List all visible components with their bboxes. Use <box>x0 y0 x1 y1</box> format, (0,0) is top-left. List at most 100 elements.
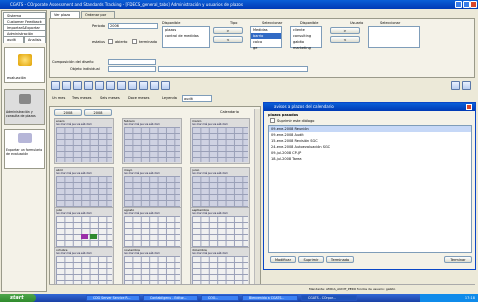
admin-plazos-button[interactable]: Administración y consulta de plazos <box>4 89 45 125</box>
start-button[interactable]: start <box>0 294 36 302</box>
suprimir-checkbox[interactable] <box>270 118 275 123</box>
calendar-nav-label: Calendario <box>220 110 239 114</box>
minimize-button[interactable] <box>455 1 462 8</box>
new-icon[interactable] <box>62 81 71 90</box>
objeto-select[interactable] <box>108 66 156 72</box>
export-button[interactable]: Exportar un formulario de evaluación <box>4 129 45 169</box>
tab-ordenar-por[interactable]: Ordenar por <box>81 11 115 18</box>
maximize-button[interactable] <box>463 1 470 8</box>
settings-icon[interactable] <box>462 81 471 90</box>
remove-button[interactable]: < <box>213 36 243 43</box>
estatus-label: estatus <box>92 40 105 44</box>
copy-icon[interactable] <box>73 81 82 90</box>
edit-icon[interactable] <box>84 81 93 90</box>
task-item[interactable]: CGATS - COrpor... <box>301 295 357 301</box>
add-user-button[interactable]: > <box>330 27 360 34</box>
admin-label: Administración y consulta de plazos <box>6 110 36 118</box>
tab-ver-plazo[interactable]: Ver plazo <box>50 11 80 18</box>
seis-meses-option[interactable]: Seis meses <box>100 96 120 100</box>
month-noviembre: noviembre lun mar mié jue vie sáb dom <box>122 247 182 289</box>
export-toolbar-icon[interactable] <box>161 81 170 90</box>
modificar-button[interactable]: Modificar <box>270 256 296 263</box>
filter-panel: Periodo 2006 Disponible plazos control d… <box>49 18 475 78</box>
print2-icon[interactable] <box>451 81 460 90</box>
export-label: Exportar un formulario de evaluación <box>6 148 43 156</box>
abierto-checkbox[interactable] <box>108 39 113 44</box>
tipo-list[interactable]: Medidas barrio calco ge <box>250 26 282 51</box>
view-icon[interactable] <box>51 81 60 90</box>
dialog-close-button[interactable] <box>466 104 472 110</box>
day-grid[interactable] <box>192 127 248 162</box>
day-grid[interactable] <box>192 216 248 251</box>
leyenda-select[interactable]: audit <box>182 95 212 102</box>
plazos-list[interactable]: 09-ene-2008 Reunión 09-ene-2008 Audit 15… <box>268 125 472 253</box>
day-grid[interactable] <box>56 256 112 287</box>
print-icon[interactable] <box>150 81 159 90</box>
tres-meses-option[interactable]: Tres meses <box>72 96 91 100</box>
add-button[interactable]: > <box>213 27 243 34</box>
objeto-text[interactable] <box>158 66 308 72</box>
year-prev-button[interactable]: 2008 <box>54 109 82 116</box>
event-marker[interactable] <box>90 234 97 239</box>
task-item[interactable]: Bienvenido a CGATS... <box>242 295 298 301</box>
suprimir-button[interactable]: Suprimir <box>298 256 324 263</box>
task-item[interactable]: COO... <box>201 295 239 301</box>
terminado-label: terminado <box>139 40 158 44</box>
month-febrero: febrero lun mar mié jue vie sáb dom <box>122 118 182 164</box>
objeto-label: Objeto individual <box>70 67 100 71</box>
filter-icon[interactable] <box>139 81 148 90</box>
year-next-button[interactable]: 2008 <box>84 109 112 116</box>
status-text: Mandante: AMICA_AUDIT_PERO fondos de usu… <box>309 287 396 291</box>
terminado-button[interactable]: Terminado <box>326 256 354 263</box>
evaluacion-button[interactable]: evaluación <box>4 47 45 83</box>
month-octubre: octubre lun mar mié jue vie sáb dom <box>54 247 114 289</box>
disponible-list[interactable]: plazos control de medidas <box>162 26 210 48</box>
calendar-scrollbar[interactable] <box>254 109 260 291</box>
disponible-label: Disponible <box>162 21 181 25</box>
un-mes-option[interactable]: Un mes <box>52 96 65 100</box>
list-item[interactable]: marketing <box>291 45 321 51</box>
list-item[interactable]: ge <box>251 45 281 51</box>
calendar-icon[interactable] <box>128 81 137 90</box>
list-item[interactable]: control de medidas <box>163 33 209 39</box>
left-tab-audit[interactable]: audit <box>3 36 24 43</box>
window-titlebar: CGATS - COrporate Assessment and Standar… <box>0 0 478 9</box>
task-item[interactable]: Contabilgenu - Editor... <box>143 295 198 301</box>
seleccionar2-label: Seleccionar <box>380 21 401 25</box>
disponible2-list[interactable]: cliente consulting gabito marketing <box>290 26 322 51</box>
event-marker[interactable] <box>81 234 88 239</box>
window-title: CGATS - COrporate Assessment and Standar… <box>10 2 243 7</box>
day-grid[interactable] <box>192 256 248 287</box>
day-grid[interactable] <box>124 127 180 162</box>
taskbar: start CDG Server Service R... Contabilge… <box>0 294 478 302</box>
terminado-checkbox[interactable] <box>132 39 137 44</box>
delete-icon[interactable] <box>95 81 104 90</box>
left-tab-analisis[interactable]: Analisis <box>24 36 46 43</box>
refresh-icon[interactable] <box>117 81 126 90</box>
usuario-label: Usuario <box>350 21 364 25</box>
month-marzo: marzo lun mar mié jue vie sáb dom <box>190 118 250 164</box>
day-grid[interactable] <box>124 216 180 251</box>
day-grid[interactable] <box>56 176 112 211</box>
day-grid[interactable] <box>192 176 248 211</box>
list-item[interactable]: 18-jul-2008 Tarea <box>269 156 471 162</box>
day-grid[interactable] <box>124 256 180 287</box>
day-grid[interactable] <box>56 127 112 162</box>
task-item[interactable]: CDG Server Service R... <box>86 295 140 301</box>
dialog-titlebar: avisos a plazos del calendario <box>264 103 475 111</box>
avisos-dialog: avisos a plazos del calendario plazos pa… <box>263 102 476 270</box>
calendar-panel: 2008 2008 Calendario enero lun mar mié ju… <box>49 106 261 292</box>
status-bar: Mandante: AMICA_AUDIT_PERO fondos de usu… <box>49 284 475 292</box>
composicion-select[interactable] <box>108 59 156 65</box>
terminar-button[interactable]: Terminar <box>444 256 472 263</box>
month-enero: enero lun mar mié jue vie sáb dom <box>54 118 114 164</box>
remove-user-button[interactable]: < <box>330 36 360 43</box>
leyenda-label: Leyenda <box>162 96 177 100</box>
usuario-selected-list[interactable] <box>368 26 420 48</box>
view-options: Un mes Tres meses Seis meses Doce meses … <box>52 95 262 103</box>
check-icon[interactable] <box>106 81 115 90</box>
close-button[interactable] <box>470 1 477 8</box>
doce-meses-option[interactable]: Doce meses <box>128 96 149 100</box>
periodo-select[interactable]: 2006 <box>108 23 158 29</box>
day-grid[interactable] <box>124 176 180 211</box>
